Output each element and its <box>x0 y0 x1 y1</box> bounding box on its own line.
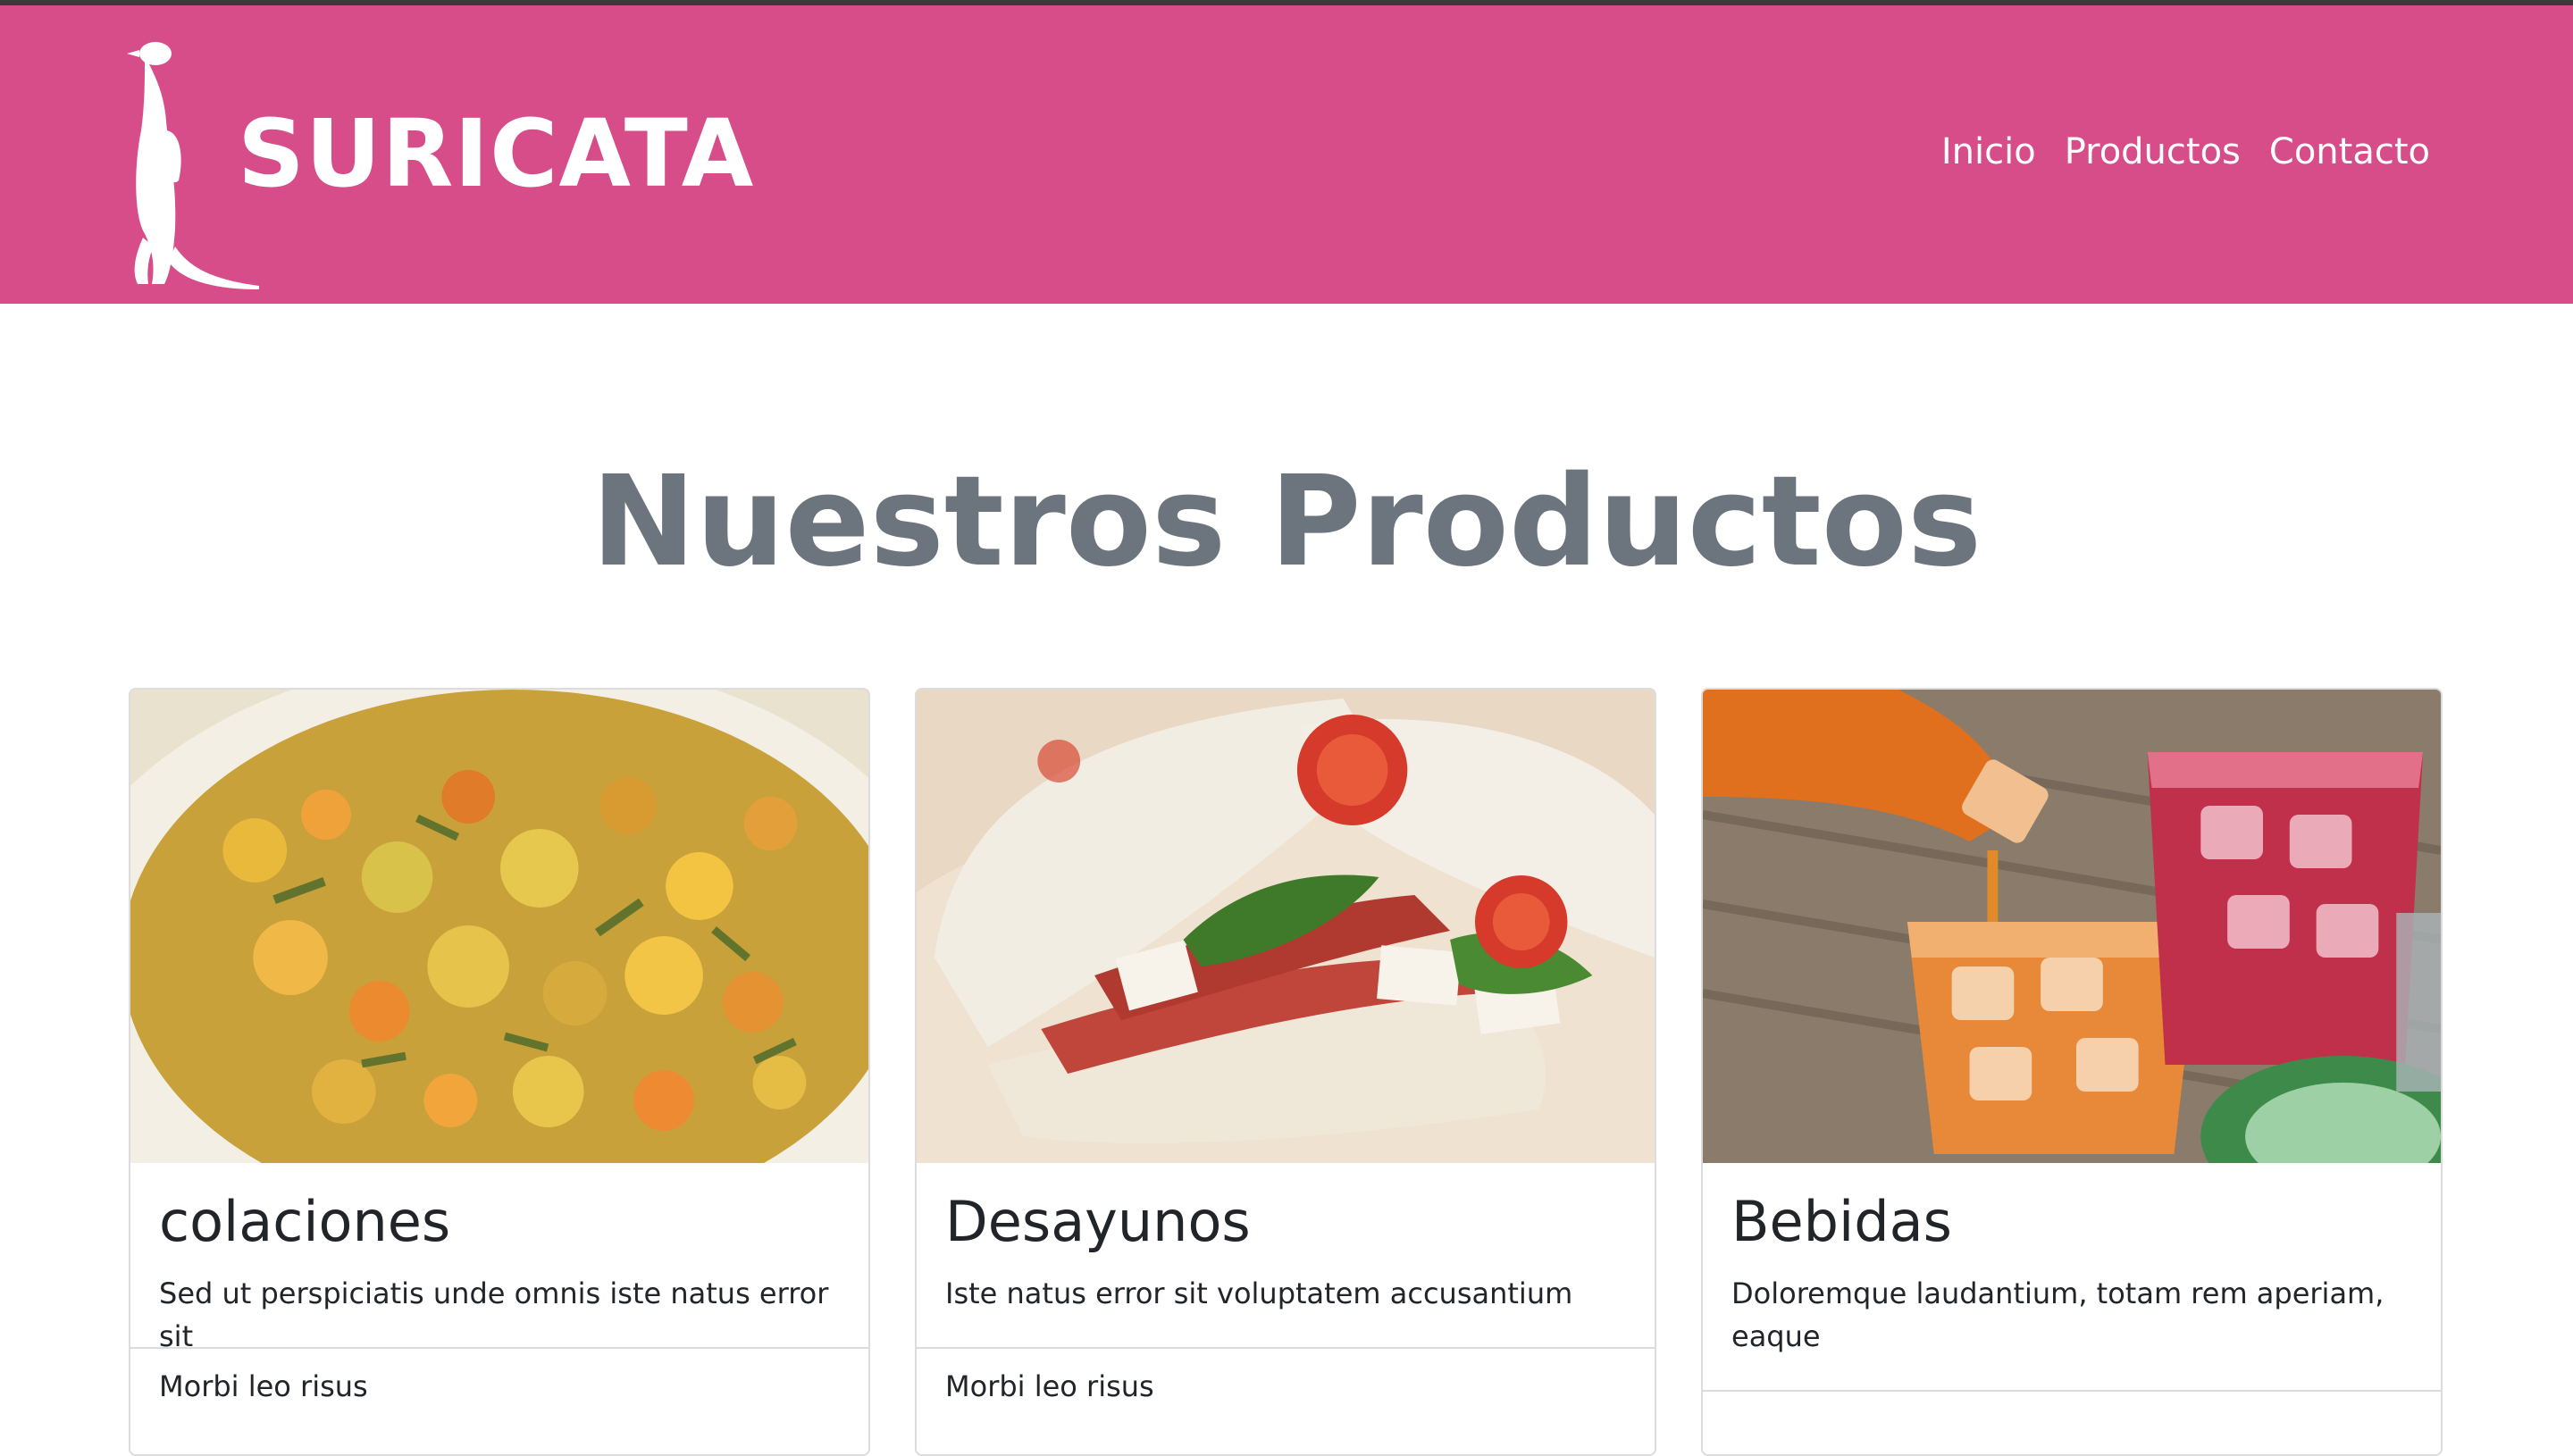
sandwich-image <box>917 690 1655 1163</box>
page-title: Nuestros Productos <box>591 449 1982 595</box>
product-card-desayunos[interactable]: Desayunos Iste natus error sit voluptate… <box>915 688 1656 1456</box>
nav-link-inicio[interactable]: Inicio <box>1941 127 2036 177</box>
product-card-bebidas[interactable]: Bebidas Doloremque laudantium, totam rem… <box>1701 688 2443 1456</box>
product-cards: colaciones Sed ut perspiciatis unde omni… <box>129 688 2444 1456</box>
nav-link-productos[interactable]: Productos <box>2065 127 2241 177</box>
product-card-colaciones[interactable]: colaciones Sed ut perspiciatis unde omni… <box>129 688 870 1456</box>
brand-logo[interactable]: SURICATA <box>125 23 768 291</box>
card-text: Doloremque laudantium, totam rem aperiam… <box>1731 1276 2384 1353</box>
navbar: SURICATA Inicio Productos Contacto <box>0 5 2573 304</box>
card-body: colaciones Sed ut perspiciatis unde omni… <box>130 1163 868 1353</box>
nav-link-contacto[interactable]: Contacto <box>2269 127 2430 177</box>
card-text: Sed ut perspiciatis unde omnis iste natu… <box>159 1276 829 1353</box>
drinks-image <box>1703 690 2441 1163</box>
card-body: Bebidas Doloremque laudantium, totam rem… <box>1703 1163 2441 1392</box>
brand-name: SURICATA <box>238 99 755 208</box>
card-body: Desayunos Iste natus error sit voluptate… <box>917 1163 1655 1349</box>
list-item: Morbi leo risus <box>159 1369 368 1403</box>
food-bowl-image <box>130 690 868 1163</box>
nav-links: Inicio Productos Contacto <box>1941 127 2430 177</box>
list-item <box>1703 1392 2441 1408</box>
card-text: Iste natus error sit voluptatem accusant… <box>945 1276 1573 1310</box>
card-title: Bebidas <box>1731 1189 1952 1254</box>
list-item: Morbi leo risus <box>945 1369 1154 1403</box>
card-title: colaciones <box>159 1189 451 1254</box>
card-title: Desayunos <box>945 1189 1251 1254</box>
